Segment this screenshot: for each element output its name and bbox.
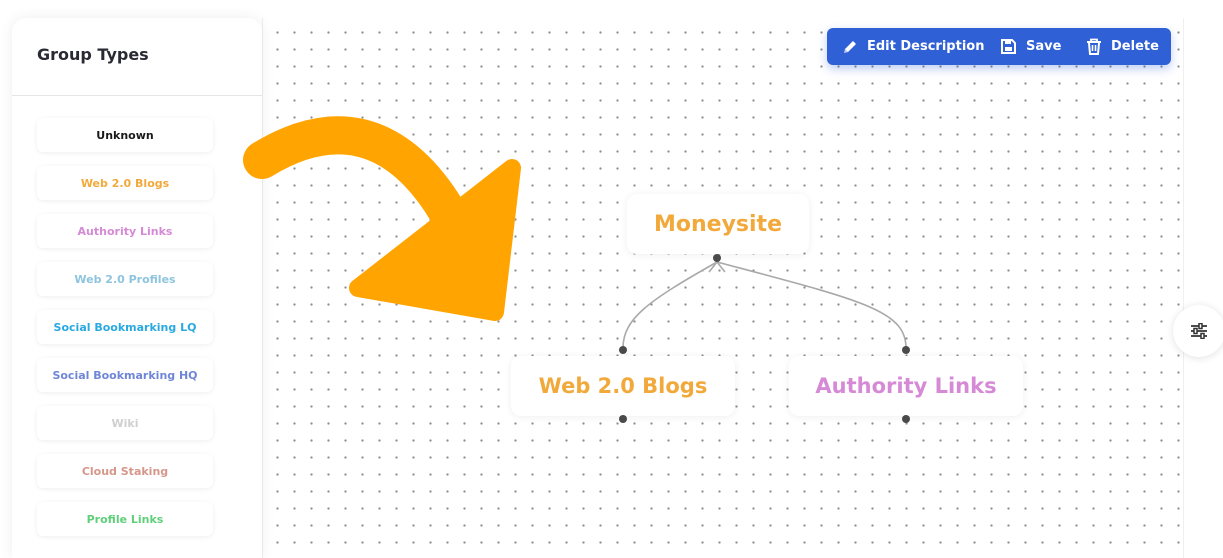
sliders-icon <box>1191 323 1207 339</box>
curved-arrow-icon <box>243 116 521 321</box>
settings-toggle-button[interactable] <box>1173 305 1223 357</box>
